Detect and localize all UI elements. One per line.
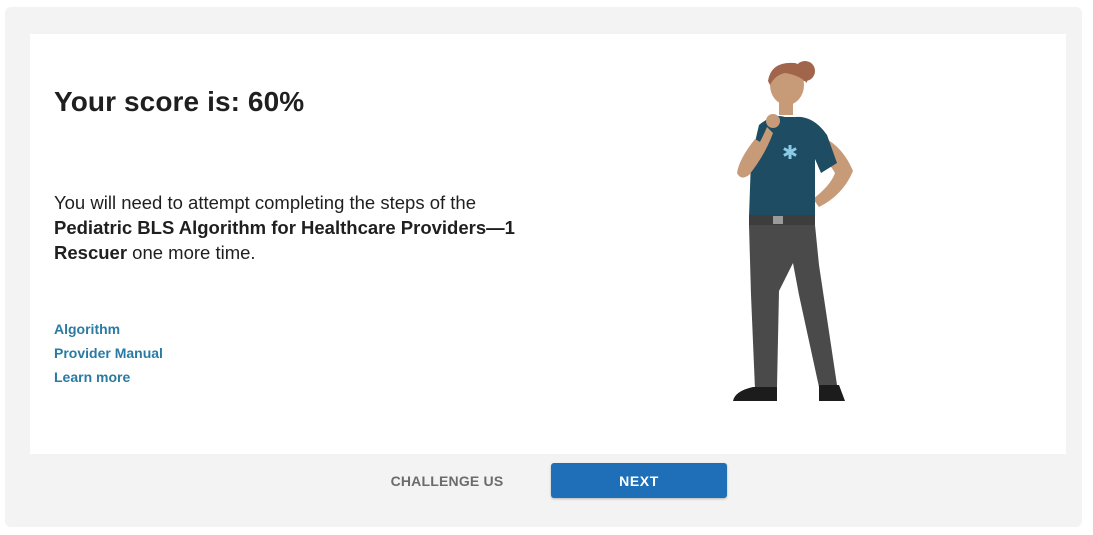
message-text: You will need to attempt completing the … (54, 192, 476, 213)
learn-more-link[interactable]: Learn more (54, 365, 163, 389)
algorithm-link[interactable]: Algorithm (54, 317, 163, 341)
result-message: You will need to attempt completing the … (54, 190, 554, 265)
provider-manual-link[interactable]: Provider Manual (54, 341, 163, 365)
algorithm-name: Pediatric BLS Algorithm for Healthcare P… (54, 217, 515, 263)
message-suffix: one more time. (127, 242, 256, 263)
thinking-woman-illustration (733, 61, 853, 401)
challenge-us-button[interactable]: CHALLENGE US (372, 465, 522, 497)
next-button[interactable]: NEXT (551, 463, 727, 498)
score-heading: Your score is: 60% (54, 86, 305, 117)
dialog-container (5, 7, 1082, 527)
resource-links: Algorithm Provider Manual Learn more (54, 317, 163, 389)
